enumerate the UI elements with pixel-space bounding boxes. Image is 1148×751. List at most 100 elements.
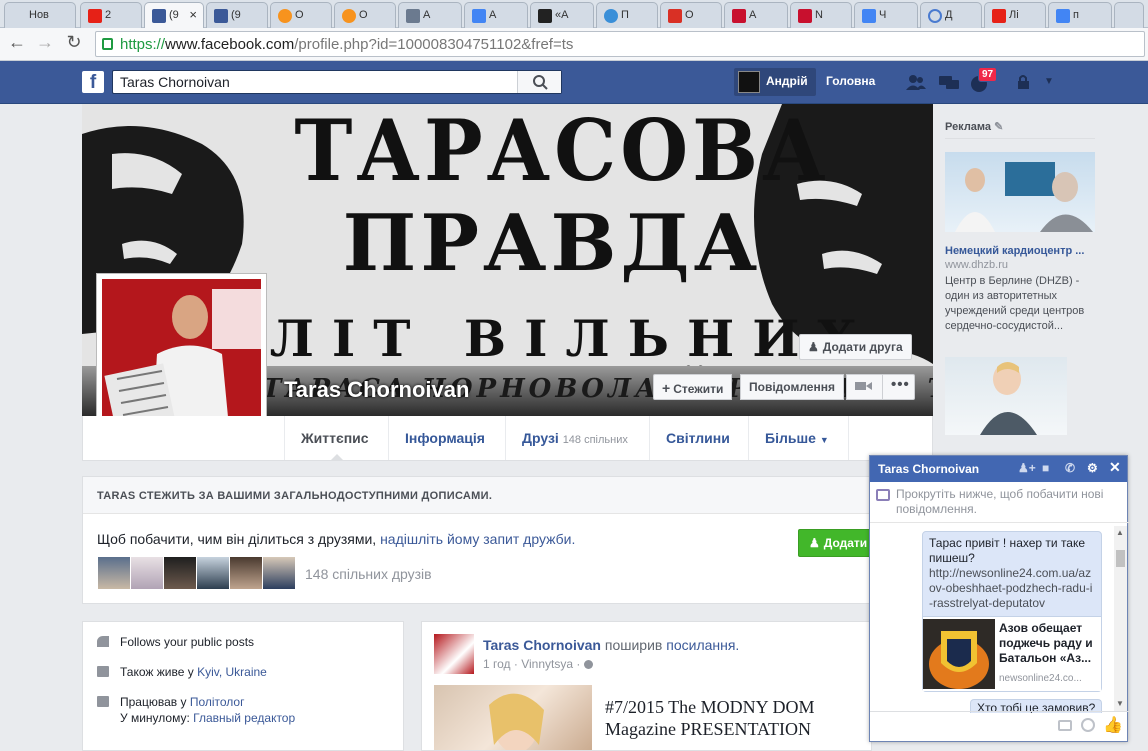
ad-title[interactable]: Немецкий кардиоцентр ... (945, 245, 1095, 257)
post-author-link[interactable]: Taras Chornoivan (483, 637, 601, 653)
browser-tab[interactable]: О (660, 2, 722, 28)
forward-arrow-icon[interactable]: → (33, 32, 57, 53)
scroll-notice: Прокрутіть нижче, щоб побачити нові пові… (870, 483, 1129, 523)
tab-title: (9 (169, 9, 179, 21)
browser-tab[interactable]: N (790, 2, 852, 28)
scroll-down-arrow-icon[interactable]: ▼ (1116, 699, 1124, 708)
back-arrow-icon[interactable]: ← (5, 32, 29, 53)
chat-preview-domain: newsonline24.co... (999, 673, 1082, 684)
mutual-friends-thumbnails (98, 557, 296, 590)
browser-tab[interactable]: О (270, 2, 332, 28)
browser-tab[interactable]: А (724, 2, 788, 28)
chat-preview-title: Азов обещает подж­ечь раду и Батальон «А… (999, 621, 1093, 665)
tab-title: П (621, 9, 629, 21)
browser-tab[interactable]: Лі (984, 2, 1046, 28)
browser-tab[interactable]: «А (530, 2, 594, 28)
profile-link[interactable]: Андрій (734, 68, 816, 96)
avatar (738, 71, 760, 93)
camera-icon[interactable] (1058, 720, 1072, 731)
phone-icon[interactable]: ✆ (1065, 461, 1075, 475)
browser-tab[interactable]: п (1048, 2, 1112, 28)
follow-button[interactable]: + Стежити (653, 374, 733, 400)
browser-tab[interactable]: А (464, 2, 528, 28)
ad-image[interactable] (945, 152, 1095, 232)
message-button[interactable]: Повідомлення (740, 374, 844, 400)
chat-message-url[interactable]: http://newsonline24.com.ua/azov-obeshhae… (929, 566, 1095, 611)
chat-scrollbar[interactable]: ▲ ▼ (1114, 526, 1127, 711)
add-friend-green-button[interactable]: ♟ Додати (798, 529, 878, 557)
friend-thumbnail[interactable] (131, 557, 163, 589)
tab-friends[interactable]: Друзі 148 спільних (505, 416, 649, 460)
address-bar[interactable]: https://www.facebook.com/profile.php?id=… (95, 31, 1145, 57)
friend-thumbnail[interactable] (263, 557, 295, 589)
close-icon[interactable]: ✕ (1109, 459, 1121, 476)
more-options-button[interactable]: ••• (882, 374, 915, 400)
browser-tab[interactable]: Нов (4, 2, 76, 28)
post-author-avatar[interactable] (434, 634, 474, 674)
tab-title: «А (555, 9, 569, 21)
browser-tab[interactable]: Д (920, 2, 982, 28)
facebook-logo-icon[interactable]: f (82, 71, 104, 93)
search-button[interactable] (517, 71, 561, 93)
browser-tab[interactable]: А (398, 2, 462, 28)
friend-thumbnail[interactable] (98, 557, 130, 589)
browser-tab[interactable]: 2 (80, 2, 142, 28)
chat-message-bubble: Тарас привіт ! нахер ти таке пишеш? http… (922, 531, 1102, 692)
tab-label: Життєпис (301, 430, 369, 446)
friend-thumbnail[interactable] (164, 557, 196, 589)
home-icon (97, 666, 109, 677)
chat-link-preview[interactable]: Азов обещает подж­ечь раду и Батальон «А… (923, 616, 1101, 691)
friend-requests-icon[interactable] (905, 73, 927, 93)
privacy-shortcuts-icon[interactable] (1016, 73, 1038, 93)
settings-chevron-down-icon[interactable]: ▼ (1044, 76, 1066, 96)
tab-photos[interactable]: Світлини (649, 416, 749, 460)
intro-work-link[interactable]: Політолог (190, 695, 245, 709)
browser-tab-active[interactable]: (9 × (144, 2, 204, 29)
ad-description: Центр в Берлине (DHZB) - один из авторит… (945, 275, 1085, 332)
tab-title: Д (945, 9, 953, 21)
reload-icon[interactable]: ↻ (62, 32, 86, 53)
new-tab-button[interactable] (1114, 2, 1144, 28)
add-friend-button[interactable]: ♟ Додати друга (799, 334, 912, 360)
ad-image[interactable] (945, 357, 1067, 435)
mutual-friends-count[interactable]: 148 спільних друзів (305, 566, 432, 582)
messages-icon[interactable] (938, 73, 960, 93)
intro-lives-link[interactable]: Kyiv, Ukraine (197, 665, 267, 679)
tab-title: 2 (105, 9, 112, 21)
intro-previously-link[interactable]: Главный редактор (193, 711, 295, 725)
search-input[interactable]: Taras Chornoivan (112, 70, 562, 94)
video-camera-icon[interactable]: ■ (1042, 461, 1049, 475)
browser-tab[interactable]: (9 (206, 2, 268, 28)
add-people-icon[interactable]: ♟+ (1018, 461, 1036, 475)
tab-about[interactable]: Інформація (388, 416, 505, 460)
tab-timeline[interactable]: Життєпис (284, 416, 387, 461)
link-preview-title[interactable]: #7/2015 The MODNY DOM Magazine PRESENTAT… (605, 696, 870, 740)
send-request-link[interactable]: надішліть йому запит дружби. (380, 531, 575, 547)
video-call-button[interactable] (846, 374, 883, 400)
gear-icon[interactable]: ⚙ (1087, 461, 1098, 475)
google-icon (1056, 9, 1070, 23)
intro-follows-text: Follows your public posts (120, 635, 255, 649)
browser-tab[interactable]: Ч (854, 2, 918, 28)
thumbs-up-icon[interactable]: 👍 (1103, 715, 1123, 735)
intro-work-row: Працював у Політолог (97, 695, 244, 709)
close-tab-icon[interactable]: × (189, 7, 197, 22)
follow-label: Стежити (673, 382, 724, 396)
friend-thumbnail[interactable] (230, 557, 262, 589)
chat-header[interactable]: Taras Chornoivan ♟+ ■ ✆ ⚙ ✕ (870, 456, 1127, 482)
intro-lives-prefix: Також живе у (120, 665, 198, 679)
scrollbar-thumb[interactable] (1116, 550, 1125, 567)
link-preview-image[interactable] (434, 685, 592, 750)
scroll-notice-text: Прокрутіть нижче, щоб побачити нові пові… (896, 487, 1104, 516)
post-link-link[interactable]: посилання. (666, 637, 739, 653)
tab-more[interactable]: Більше ▼ (748, 416, 849, 460)
briefcase-icon (97, 696, 109, 707)
emoji-icon[interactable] (1081, 718, 1095, 732)
ads-label-text: Реклама (945, 121, 992, 133)
home-link[interactable]: Головна (826, 74, 875, 88)
browser-tab[interactable]: О (334, 2, 396, 28)
friend-thumbnail[interactable] (197, 557, 229, 589)
chat-input-area[interactable]: 👍 (870, 711, 1129, 741)
browser-tab[interactable]: П (596, 2, 658, 28)
scroll-up-arrow-icon[interactable]: ▲ (1116, 528, 1124, 537)
